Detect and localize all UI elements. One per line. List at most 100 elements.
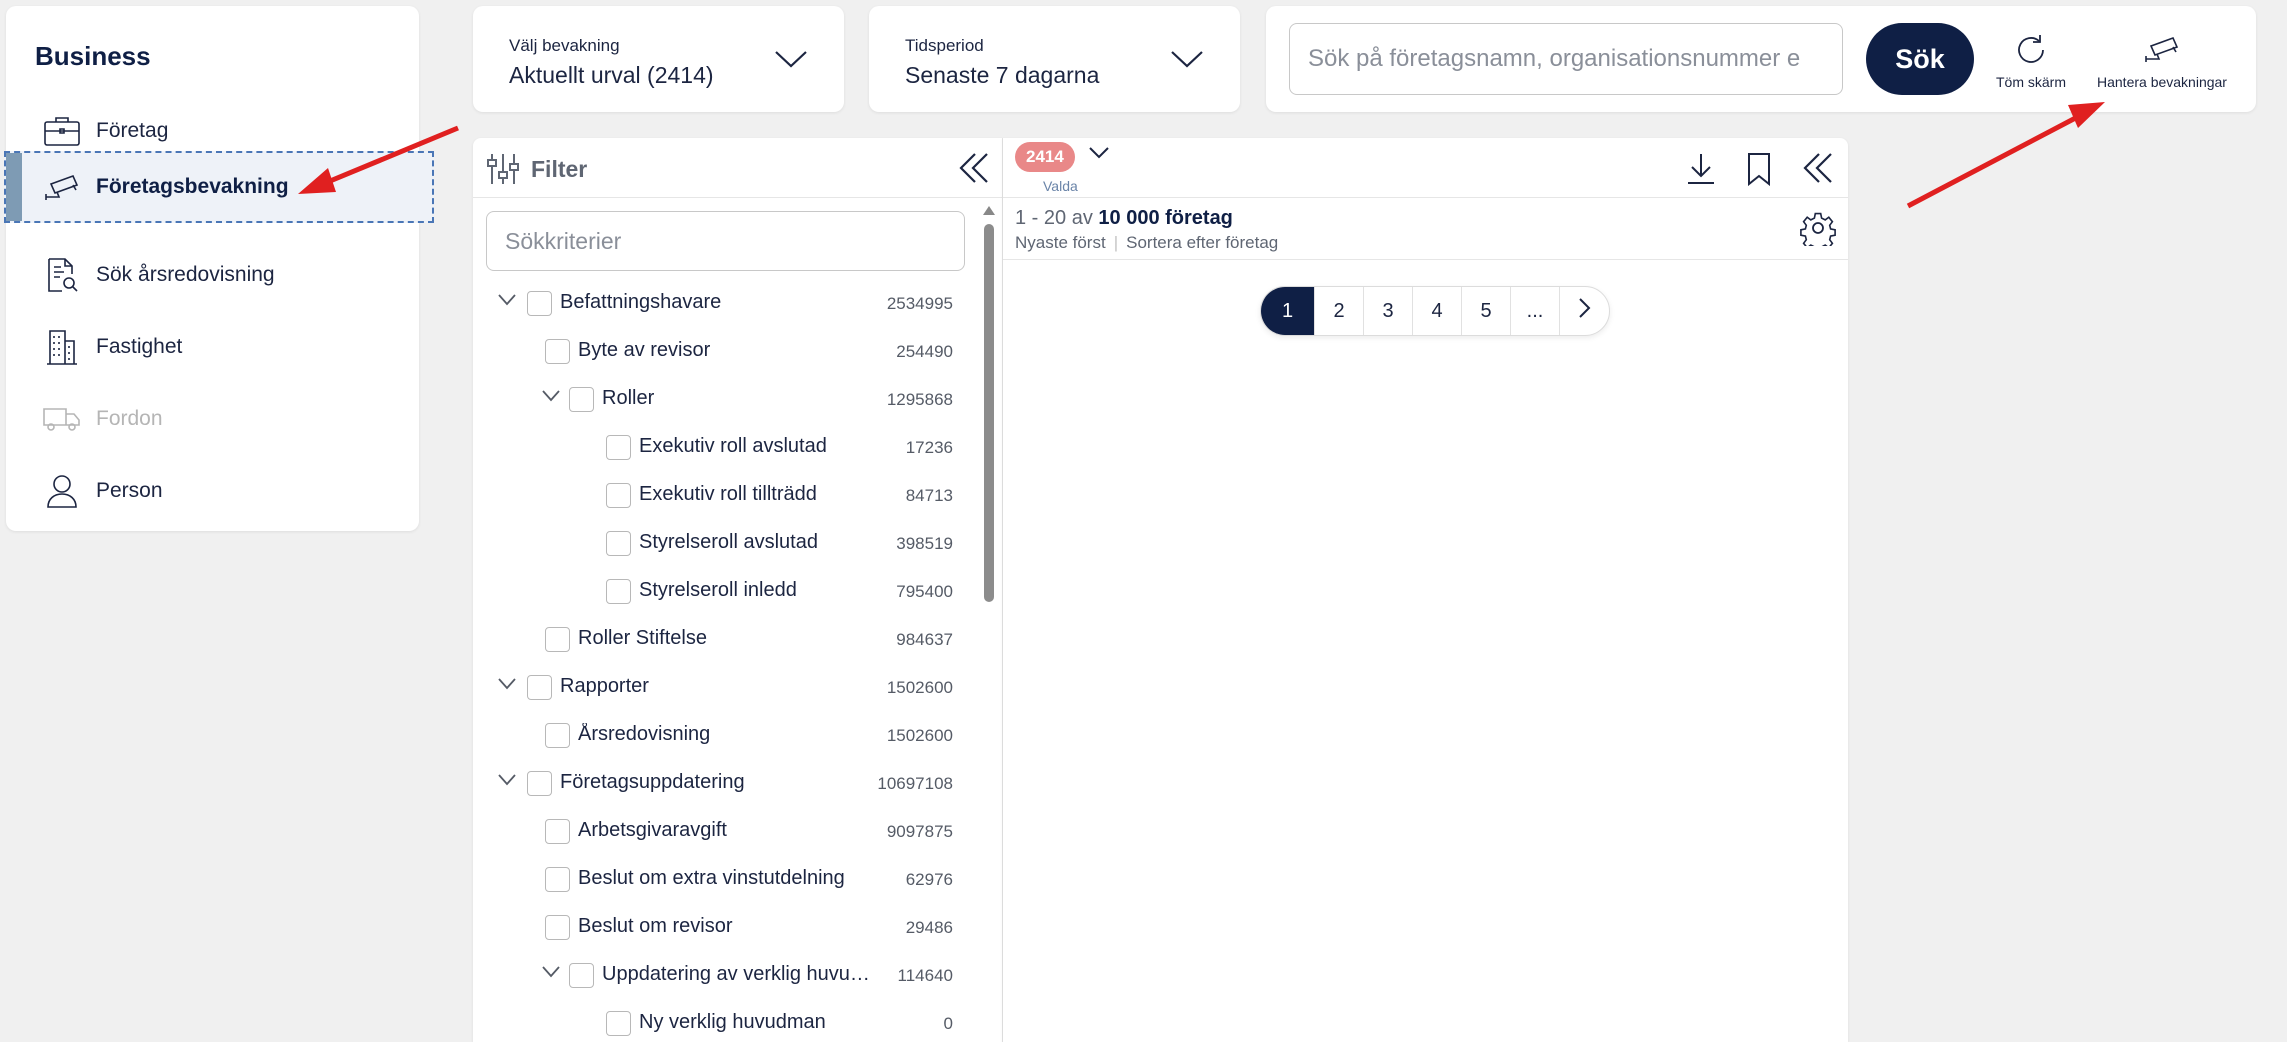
- filter-checkbox[interactable]: [545, 627, 570, 652]
- filter-checkbox[interactable]: [545, 819, 570, 844]
- filter-count: 29486: [905, 918, 953, 937]
- search-input[interactable]: [1289, 23, 1843, 95]
- filter-count: 1502600: [886, 678, 953, 697]
- period-select-value: Senaste 7 dagarna: [905, 62, 1100, 88]
- filter-tree-row[interactable]: Roller 1295868: [473, 374, 973, 422]
- chevron-down-icon[interactable]: [497, 677, 517, 691]
- sort-newest-option[interactable]: Nyaste först: [1015, 233, 1106, 252]
- download-icon[interactable]: [1685, 152, 1717, 186]
- search-button[interactable]: Sök: [1866, 23, 1974, 95]
- truck-icon: [42, 401, 82, 437]
- filter-label: Företagsuppdatering: [560, 771, 745, 793]
- chevron-down-icon[interactable]: [541, 389, 561, 403]
- chevron-down-icon[interactable]: [541, 965, 561, 979]
- filter-checkbox[interactable]: [606, 483, 631, 508]
- filter-checkbox[interactable]: [606, 1011, 631, 1036]
- sidebar-item-person[interactable]: Person: [6, 455, 419, 527]
- page-button[interactable]: 4: [1413, 287, 1462, 335]
- filter-label: Befattningshavare: [560, 291, 722, 313]
- filter-checkbox[interactable]: [545, 867, 570, 892]
- sidebar-item-foretagsbevakning[interactable]: Företagsbevakning: [4, 151, 434, 223]
- page-button[interactable]: 2: [1315, 287, 1364, 335]
- filter-panel: Filter Befattningshavare 2534995 Byte av r…: [473, 138, 1003, 1042]
- filter-label: Beslut om revisor: [578, 915, 733, 937]
- filter-tree-row[interactable]: Exekutiv roll tillträdd 84713: [473, 470, 973, 518]
- criteria-search-input[interactable]: [486, 211, 965, 271]
- chevron-down-icon[interactable]: [1088, 146, 1110, 160]
- filter-tree-row[interactable]: Befattningshavare 2534995: [473, 278, 973, 326]
- selected-count-badge[interactable]: 2414: [1015, 142, 1075, 172]
- filter-tree-row[interactable]: Beslut om revisor 29486: [473, 902, 973, 950]
- filter-count: 0: [943, 1014, 953, 1033]
- filter-checkbox[interactable]: [527, 291, 552, 316]
- chevron-down-icon[interactable]: [497, 293, 517, 307]
- bookmark-icon[interactable]: [1747, 152, 1771, 186]
- filter-tree-row[interactable]: Byte av revisor 254490: [473, 326, 973, 374]
- period-select[interactable]: Tidsperiod Senaste 7 dagarna: [869, 6, 1240, 112]
- red-arrow-icon: [1906, 102, 2105, 209]
- page-button[interactable]: 5: [1462, 287, 1511, 335]
- scrollbar-thumb[interactable]: [984, 224, 994, 602]
- filter-count: 2534995: [886, 294, 953, 313]
- filter-tree-row[interactable]: Styrelseroll inledd 795400: [473, 566, 973, 614]
- filter-tree-row[interactable]: Beslut om extra vinstutdelning 62976: [473, 854, 973, 902]
- gear-icon[interactable]: [1800, 210, 1836, 246]
- filter-count: 795400: [896, 582, 953, 601]
- brand-title: Business: [35, 41, 151, 71]
- filter-checkbox[interactable]: [527, 675, 552, 700]
- filter-tree-row[interactable]: Styrelseroll avslutad 398519: [473, 518, 973, 566]
- sidebar-item-fastighet[interactable]: Fastighet: [6, 311, 419, 383]
- selected-caption: Valda: [1043, 178, 1078, 194]
- sort-divider: |: [1113, 233, 1119, 252]
- clear-screen-button[interactable]: Töm skärm: [1984, 32, 2078, 90]
- filter-checkbox[interactable]: [545, 723, 570, 748]
- filter-tree-row[interactable]: Rapporter 1502600: [473, 662, 973, 710]
- filter-label: Arbetsgivaravgift: [578, 819, 727, 841]
- filter-checkbox[interactable]: [527, 771, 552, 796]
- filter-count: 17236: [905, 438, 953, 457]
- page-button[interactable]: 3: [1364, 287, 1413, 335]
- filter-tree-row[interactable]: Arbetsgivaravgift 9097875: [473, 806, 973, 854]
- filter-tree-row[interactable]: Uppdatering av verklig huvudman 114640: [473, 950, 973, 998]
- manage-watches-button[interactable]: Hantera bevakningar: [2078, 32, 2246, 90]
- results-sort: Nyaste först | Sortera efter företag: [1015, 233, 1278, 253]
- filter-count: 10697108: [877, 774, 953, 793]
- filter-tree-row[interactable]: Årsredovisning 1502600: [473, 710, 973, 758]
- filter-tree-row[interactable]: Roller Stiftelse 984637: [473, 614, 973, 662]
- scrollbar[interactable]: [983, 206, 995, 1042]
- filter-checkbox[interactable]: [569, 963, 594, 988]
- sort-by-company-option[interactable]: Sortera efter företag: [1126, 233, 1278, 252]
- filter-count: 84713: [905, 486, 953, 505]
- filter-tree-row[interactable]: Exekutiv roll avslutad 17236: [473, 422, 973, 470]
- sidebar-item-sok-arsredovisning[interactable]: Sök årsredovisning: [6, 239, 419, 311]
- chevron-down-icon[interactable]: [497, 773, 517, 787]
- filter-checkbox[interactable]: [569, 387, 594, 412]
- filter-count: 398519: [896, 534, 953, 553]
- filter-label: Roller: [602, 387, 655, 409]
- filter-checkbox[interactable]: [606, 435, 631, 460]
- filter-tree-row[interactable]: Ny verklig huvudman 0: [473, 998, 973, 1042]
- filter-label: Roller Stiftelse: [578, 627, 707, 649]
- next-page-button[interactable]: [1560, 287, 1609, 335]
- filter-checkbox[interactable]: [606, 579, 631, 604]
- surveillance-camera-icon: [2078, 32, 2246, 68]
- filter-header: Filter: [473, 138, 1002, 198]
- page-button[interactable]: ...: [1511, 287, 1560, 335]
- filter-title: Filter: [531, 156, 588, 182]
- filter-checkbox[interactable]: [545, 339, 570, 364]
- filter-label: Årsredovisning: [578, 723, 711, 745]
- search-bar: Sök Töm skärm Hantera bevakningar: [1266, 6, 2256, 112]
- manage-watches-label: Hantera bevakningar: [2097, 74, 2227, 90]
- active-indicator: [6, 153, 22, 221]
- collapse-left-icon[interactable]: [959, 152, 989, 184]
- filter-tree-row[interactable]: Företagsuppdatering 10697108: [473, 758, 973, 806]
- briefcase-icon: [42, 113, 82, 149]
- watch-select-caption: Välj bevakning: [509, 36, 620, 55]
- collapse-left-icon[interactable]: [1803, 152, 1833, 184]
- filter-count: 114640: [897, 966, 953, 985]
- page-button[interactable]: 1: [1261, 287, 1315, 335]
- watch-select[interactable]: Välj bevakning Aktuellt urval (2414): [473, 6, 844, 112]
- filter-checkbox[interactable]: [606, 531, 631, 556]
- filter-checkbox[interactable]: [545, 915, 570, 940]
- scroll-up-arrow[interactable]: [983, 206, 995, 215]
